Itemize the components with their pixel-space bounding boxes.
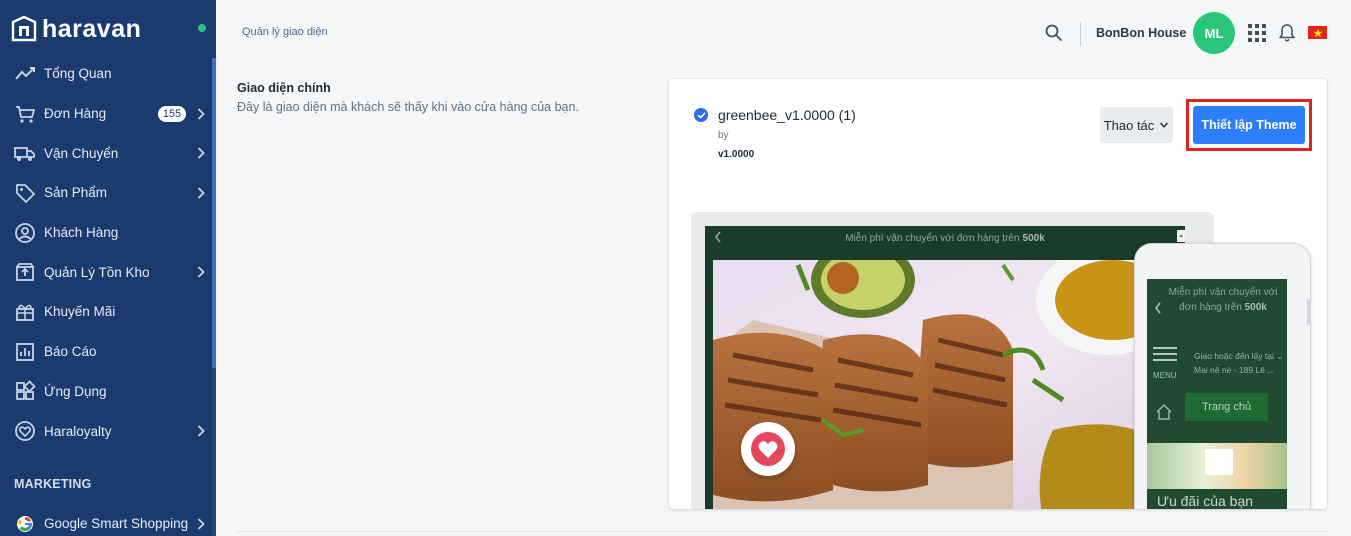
mobile-offer-title: Ưu đãi của bạn [1157, 493, 1254, 509]
sidebar-item-label: Vận Chuyển [44, 145, 119, 161]
sidebar: haravan Tổng Quan Đơn Hàng 155 Vận Chuyển Sả… [0, 0, 216, 536]
chevron-down-icon [1160, 122, 1169, 128]
chevron-right-icon [197, 425, 205, 437]
mobile-promo-bar: Miễn phí vận chuyển với đơn hàng trên 50… [1167, 285, 1279, 315]
sidebar-item-label: Google Smart Shopping [44, 516, 189, 532]
mobile-promo-amount: 500k [1244, 302, 1267, 313]
chevron-right-icon [197, 108, 205, 120]
marketing-nav: Google Smart Shopping [0, 504, 212, 536]
check-circle-icon [694, 108, 708, 122]
sidebar-item-khuyen-mai[interactable]: Khuyến Mãi [0, 292, 212, 332]
mobile-preview: Miễn phí vận chuyển với đơn hàng trên 50… [1134, 243, 1311, 509]
order-count-badge: 155 [158, 105, 186, 122]
home-icon [1156, 403, 1172, 420]
theme-author-label: by [718, 130, 729, 141]
store-name[interactable]: BonBon House [1096, 26, 1186, 40]
header-divider [1080, 22, 1081, 46]
sidebar-item-label: Sản Phẩm [44, 185, 108, 201]
bell-icon[interactable] [1278, 23, 1296, 43]
sidebar-item-label: Quản Lý Tồn Kho [44, 264, 150, 280]
sidebar-item-van-chuyen[interactable]: Vận Chuyển [0, 133, 212, 173]
brand-logo[interactable]: haravan [10, 12, 141, 46]
mobile-home-button: Trang chủ [1185, 393, 1268, 421]
chevron-left-icon [1154, 302, 1161, 314]
mobile-banner-card [1205, 449, 1233, 475]
sidebar-item-label: Khách Hàng [44, 225, 119, 241]
avatar[interactable]: ML [1193, 12, 1235, 54]
sidebar-item-ung-dung[interactable]: Ứng Dụng [0, 372, 212, 412]
sidebar-item-haraloyalty[interactable]: Haraloyalty [0, 411, 212, 451]
sidebar-item-don-hang[interactable]: Đơn Hàng 155 [0, 94, 212, 134]
mobile-screen: Miễn phí vận chuyển với đơn hàng trên 50… [1147, 279, 1287, 509]
google-icon [17, 515, 33, 532]
food-hero-image [713, 260, 1185, 509]
phone-side-button [1307, 299, 1310, 325]
sidebar-item-google-smart-shopping[interactable]: Google Smart Shopping [0, 504, 212, 536]
sidebar-scrollbar-thumb[interactable] [212, 58, 216, 368]
theme-card: greenbee_v1.0000 (1) by v1.0000 Thao tác… [669, 79, 1327, 509]
hamburger-menu-icon [1153, 347, 1179, 365]
flag-star-icon [1312, 28, 1323, 37]
actions-dropdown-button[interactable]: Thao tác [1100, 107, 1173, 143]
scroll-up-icon [1177, 230, 1185, 242]
breadcrumb[interactable]: Quản lý giao diện [242, 26, 328, 38]
mobile-address: Giao hoặc đến lấy tại ⌄ Mai nê nè - 189 … [1194, 351, 1284, 375]
box-icon [16, 263, 34, 282]
sidebar-item-label: Khuyến Mãi [44, 304, 116, 320]
theme-version: v1.0000 [718, 149, 755, 160]
search-icon[interactable] [1044, 23, 1064, 43]
sidebar-nav: Tổng Quan Đơn Hàng 155 Vận Chuyển Sản Phẩm Kh… [0, 54, 212, 451]
actions-label: Thao tác [1103, 117, 1155, 133]
sidebar-item-label: Haraloyalty [44, 423, 112, 439]
apps-grid-icon[interactable] [1248, 24, 1266, 42]
haravan-logo-icon [11, 15, 37, 42]
sidebar-item-bao-cao[interactable]: Báo Cáo [0, 332, 212, 372]
user-circle-icon [15, 222, 35, 243]
report-icon [16, 342, 34, 361]
chevron-right-icon [197, 147, 205, 160]
section-description: Đây là giao diện mà khách sẽ thấy khi và… [237, 100, 579, 114]
sidebar-item-label: Báo Cáo [44, 344, 97, 360]
desktop-promo-bar: Miễn phí vận chuyển với đơn hàng trên 50… [705, 226, 1185, 250]
desktop-preview: Miễn phí vận chuyển với đơn hàng trên 50… [705, 226, 1185, 509]
brand-name: haravan [42, 14, 142, 43]
cart-icon [16, 105, 36, 123]
marketing-section-label: MARKETING [14, 477, 92, 491]
chevron-left-icon [714, 231, 721, 243]
sidebar-scrollbar[interactable] [212, 58, 216, 536]
bottom-divider [237, 531, 1327, 532]
chevron-right-icon [197, 187, 205, 199]
sidebar-item-san-pham[interactable]: Sản Phẩm [0, 173, 212, 213]
gift-icon [16, 304, 34, 321]
chevron-right-icon [197, 266, 205, 279]
tag-icon [16, 184, 36, 204]
truck-icon [14, 147, 35, 162]
sidebar-item-label: Ứng Dụng [44, 383, 107, 399]
sidebar-item-label: Tổng Quan [44, 66, 112, 82]
chevron-right-icon [197, 518, 205, 530]
desktop-promo-amount: 500k [1022, 232, 1045, 244]
chart-line-icon [15, 66, 35, 80]
online-status-dot [198, 24, 206, 32]
sidebar-item-quan-ly-ton-kho[interactable]: Quản Lý Tồn Kho [0, 252, 212, 292]
sidebar-item-label: Đơn Hàng [44, 106, 107, 122]
mobile-menu-label: MENU [1153, 371, 1177, 380]
theme-setup-button[interactable]: Thiết lập Theme [1193, 106, 1305, 144]
vietnam-flag-icon[interactable] [1308, 26, 1327, 39]
sidebar-item-tong-quan[interactable]: Tổng Quan [0, 54, 212, 94]
theme-name: greenbee_v1.0000 (1) [718, 107, 856, 123]
wishlist-heart-icon [741, 422, 795, 476]
apps-icon [16, 380, 36, 401]
sidebar-item-khach-hang[interactable]: Khách Hàng [0, 213, 212, 253]
heart-circle-icon [15, 421, 35, 441]
avatar-initials: ML [1204, 25, 1224, 41]
desktop-promo-text: Miễn phí vận chuyển với đơn hàng trên [845, 232, 1020, 244]
section-title: Giao diện chính [237, 81, 331, 95]
